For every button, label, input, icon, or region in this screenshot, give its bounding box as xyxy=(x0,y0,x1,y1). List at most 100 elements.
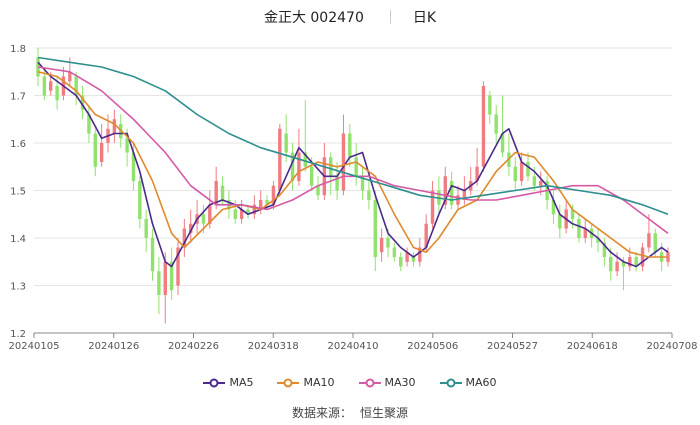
candle xyxy=(150,228,155,281)
candle xyxy=(430,181,435,229)
candle xyxy=(379,228,384,262)
candle xyxy=(545,176,549,210)
candle xyxy=(93,128,97,177)
candle xyxy=(360,166,365,200)
candle xyxy=(405,247,409,267)
candle-body xyxy=(348,133,352,158)
candle xyxy=(61,67,66,101)
candle-body xyxy=(99,143,104,162)
candle xyxy=(437,176,441,215)
candle xyxy=(634,252,638,272)
candle-body xyxy=(144,219,148,238)
candle-body xyxy=(284,133,288,153)
legend-marker-ma30 xyxy=(358,378,381,387)
legend-label-ma10: MA10 xyxy=(303,376,335,389)
candle-body xyxy=(163,261,167,295)
candle xyxy=(87,105,91,143)
y-tick-label: 1.4 xyxy=(10,234,26,245)
candle xyxy=(322,143,327,200)
x-tick-label: 20240318 xyxy=(248,341,299,352)
x-axis: 20240105 20240126 20240226 20240318 20240410… xyxy=(9,332,697,352)
candle-body xyxy=(220,185,225,200)
candle xyxy=(392,242,397,262)
candle xyxy=(169,247,174,300)
candle-body xyxy=(49,81,53,91)
candle-body xyxy=(640,247,645,267)
candle xyxy=(494,105,498,143)
candle-body xyxy=(526,162,530,177)
candle-body xyxy=(329,157,333,177)
source-label: 数据来源： xyxy=(291,406,352,420)
legend-label-ma5: MA5 xyxy=(229,376,254,389)
x-tick-label: 20240618 xyxy=(567,341,618,352)
candle-body xyxy=(341,133,346,191)
candle xyxy=(182,219,187,257)
legend-marker-ma10 xyxy=(277,378,300,387)
legend-marker-ma5 xyxy=(203,378,226,387)
y-tick-label: 1.2 xyxy=(10,329,26,340)
candle xyxy=(138,176,142,229)
candlestick-chart: 1.21.31.41.51.61.71.8 20240105 20240126 20… xyxy=(9,44,698,352)
candle-body xyxy=(354,157,358,177)
x-tick-label: 20240410 xyxy=(328,341,379,352)
candle-body xyxy=(309,166,314,186)
legend-label-ma60: MA60 xyxy=(465,376,497,389)
candle-body xyxy=(379,238,384,253)
candle-body xyxy=(647,233,651,248)
candle-body xyxy=(150,238,155,272)
data-source: 数据来源： 恒生聚源 xyxy=(0,404,700,421)
candle xyxy=(449,171,454,210)
candle xyxy=(488,90,492,124)
legend-marker-ma60 xyxy=(439,378,462,387)
legend-item-ma5[interactable]: MA5 xyxy=(203,376,253,389)
candle-body xyxy=(488,95,492,115)
y-tick-label: 1.3 xyxy=(10,282,26,293)
candle-body xyxy=(539,181,543,186)
y-axis: 1.2 1.3 1.4 1.5 1.6 1.7 1.8 xyxy=(10,44,26,340)
y-tick-label: 1.7 xyxy=(10,92,26,103)
candle-body xyxy=(615,261,619,272)
y-tick-label: 1.6 xyxy=(10,139,26,150)
legend: MA5 MA10 MA30 MA60 xyxy=(0,376,700,389)
candle-body xyxy=(93,133,97,167)
candle-body xyxy=(157,271,161,295)
candle-body xyxy=(367,190,371,200)
candle xyxy=(316,176,320,200)
candle xyxy=(411,252,416,267)
candle-body xyxy=(42,76,47,96)
candle-body xyxy=(577,219,581,238)
candle xyxy=(112,109,117,143)
candle xyxy=(290,143,295,191)
candle xyxy=(589,223,594,248)
x-tick-label: 20240105 xyxy=(9,341,60,352)
candle-body xyxy=(653,233,657,253)
candle-body xyxy=(55,86,59,101)
candle-body xyxy=(481,86,486,167)
candle xyxy=(144,209,148,253)
candle-body xyxy=(386,238,390,248)
candle-body xyxy=(201,214,206,224)
candle xyxy=(507,133,511,177)
candle xyxy=(42,67,47,101)
x-tick-label: 20240226 xyxy=(168,341,219,352)
legend-item-ma30[interactable]: MA30 xyxy=(358,376,416,389)
y-tick-label: 1.8 xyxy=(10,44,26,55)
x-tick-label: 20240527 xyxy=(487,341,538,352)
candle xyxy=(602,238,607,267)
candle xyxy=(367,181,371,210)
candle xyxy=(513,157,517,191)
candle-body xyxy=(513,166,517,181)
candle xyxy=(583,219,587,243)
candle xyxy=(354,143,358,186)
legend-label-ma30: MA30 xyxy=(384,376,416,389)
candle-body xyxy=(138,181,142,219)
candle-body xyxy=(609,257,613,272)
candle xyxy=(297,128,301,186)
legend-item-ma10[interactable]: MA10 xyxy=(277,376,335,389)
candle-body xyxy=(532,176,537,186)
y-tick-label: 1.5 xyxy=(10,187,26,198)
candle-body xyxy=(494,114,498,134)
candle-body xyxy=(399,257,403,267)
candle-body xyxy=(449,181,454,205)
legend-item-ma60[interactable]: MA60 xyxy=(439,376,497,389)
